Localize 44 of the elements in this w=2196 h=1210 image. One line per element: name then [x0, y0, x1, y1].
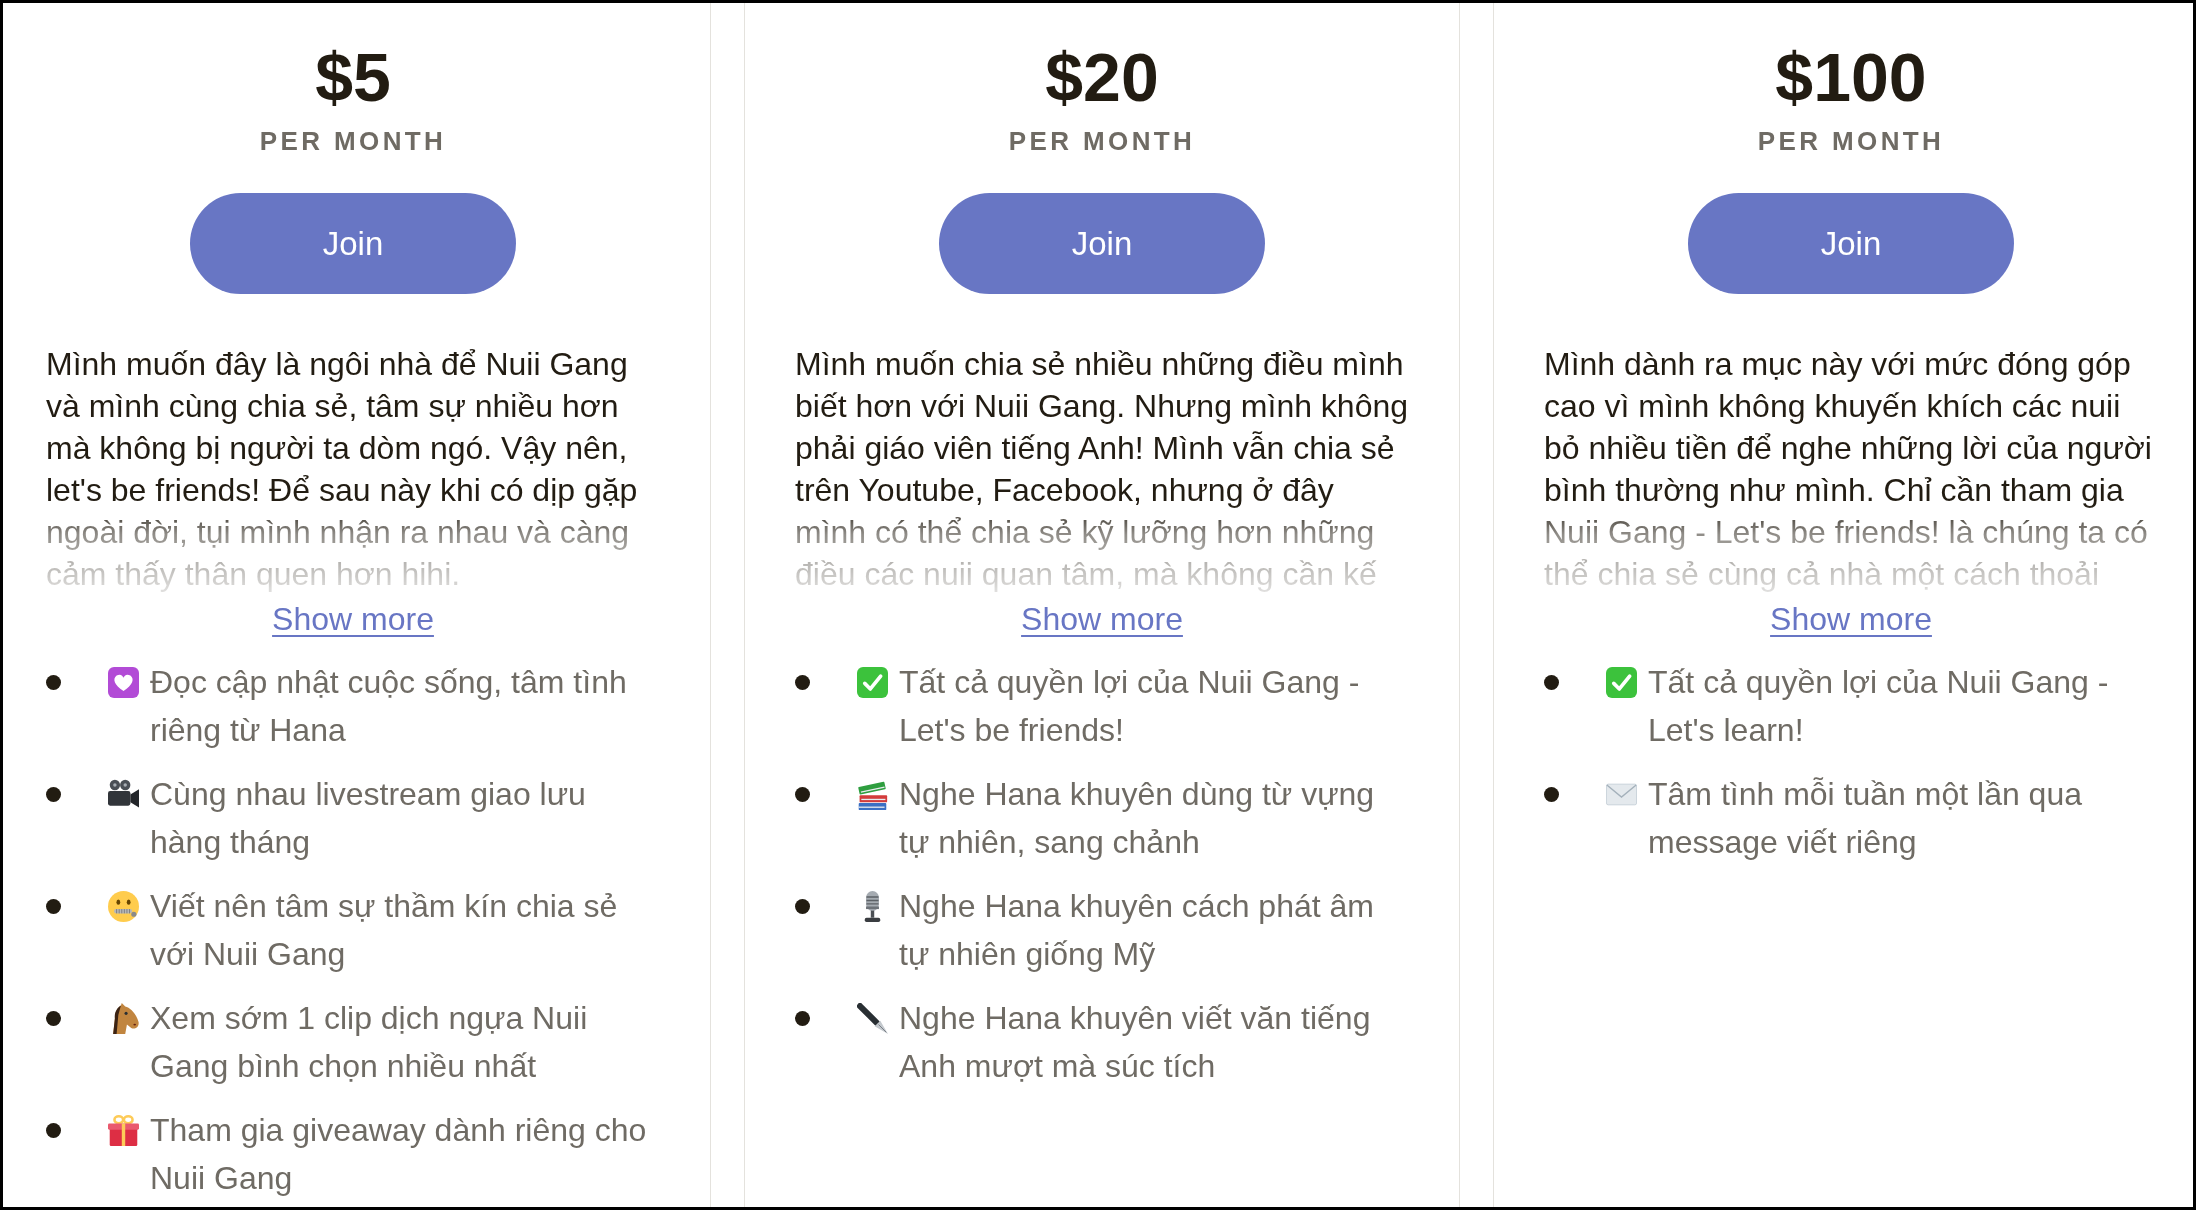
- bullet-icon: [46, 1010, 61, 1026]
- price: $20: [1045, 41, 1159, 113]
- bullet-icon: [1544, 674, 1559, 690]
- gift-icon: [108, 1115, 139, 1146]
- description-text: Mình muốn chia sẻ nhiều những điều mình biết hơn với Nuii Gang. Nhưng mình không phải giáo viên tiếng Anh! Mình vẫn chia sẻ trên Youtube, Facebook, nhưng ở đây mình có thể chia sẻ kỹ lưỡng hơn những điều các nuii quan tâm, mà không cần kế: [795, 345, 1409, 594]
- join-button[interactable]: Join: [1688, 193, 2014, 294]
- books-icon: [857, 779, 888, 810]
- benefit-text: Tất cả quyền lợi của Nuii Gang - Let's learn!: [1648, 663, 2110, 750]
- benefit-text: Tâm tình mỗi tuần một lần qua message viết riêng: [1648, 775, 2083, 862]
- movie-camera-icon: [108, 779, 139, 810]
- show-more-link[interactable]: Show more: [272, 598, 434, 640]
- benefit-text: Cùng nhau livestream giao lưu hàng tháng: [150, 775, 587, 862]
- join-button[interactable]: Join: [939, 193, 1265, 294]
- benefit-text: Nghe Hana khuyên viết văn tiếng Anh mượt mà súc tích: [899, 999, 1372, 1086]
- bullet-icon: [795, 898, 810, 914]
- price: $5: [315, 41, 391, 113]
- bullet-icon: [1544, 786, 1559, 802]
- description-text: Mình dành ra mục này với mức đóng góp cao vì mình không khuyến khích các nuii bỏ nhiều tiền để nghe những lời của người bình thường như mình. Chỉ cần tham gia Nuii Gang - Let's be friends! là chúng ta có thể chia sẻ cùng cả nhà một cách thoải: [1544, 345, 2153, 594]
- join-button[interactable]: Join: [190, 193, 516, 294]
- price: $100: [1775, 41, 1927, 113]
- bullet-icon: [46, 1122, 61, 1138]
- benefit-text: Tham gia giveaway dành riêng cho Nuii Gang: [150, 1111, 648, 1198]
- check-icon: [1606, 667, 1637, 698]
- check-icon: [857, 667, 888, 698]
- zipper-face-icon: [108, 891, 139, 922]
- period-label: PER MONTH: [1757, 126, 1945, 156]
- benefit-text: Viết nên tâm sự thầm kín chia sẻ với Nuii Gang: [150, 887, 619, 974]
- bullet-icon: [795, 674, 810, 690]
- show-more-link[interactable]: Show more: [1021, 598, 1183, 640]
- description-text: Mình muốn đây là ngôi nhà để Nuii Gang và mình cùng chia sẻ, tâm sự nhiều hơn mà không bị người ta dòm ngó. Vậy nên, let's be friends! Để sau này khi có dịp gặp ngoài đời, tụi mình nhận ra nhau và càng cảm thấy thân quen hơn hihi.: [46, 345, 639, 594]
- period-label: PER MONTH: [1008, 126, 1196, 156]
- show-more-link[interactable]: Show more: [1770, 598, 1932, 640]
- benefit-text: Xem sớm 1 clip dịch ngựa Nuii Gang bình chọn nhiều nhất: [150, 999, 589, 1086]
- pen-icon: [857, 1003, 888, 1034]
- bullet-icon: [46, 786, 61, 802]
- benefit-text: Tất cả quyền lợi của Nuii Gang - Let's be friends!: [899, 663, 1361, 750]
- bullet-icon: [795, 1010, 810, 1026]
- bullet-icon: [46, 674, 61, 690]
- bullet-icon: [46, 898, 61, 914]
- bullet-icon: [795, 786, 810, 802]
- benefit-text: Đọc cập nhật cuộc sống, tâm tình riêng từ Hana: [150, 663, 628, 750]
- period-label: PER MONTH: [259, 126, 447, 156]
- benefit-text: Nghe Hana khuyên dùng từ vựng tự nhiên, sang chảnh: [899, 775, 1376, 862]
- benefit-text: Nghe Hana khuyên cách phát âm tự nhiên giống Mỹ: [899, 887, 1375, 974]
